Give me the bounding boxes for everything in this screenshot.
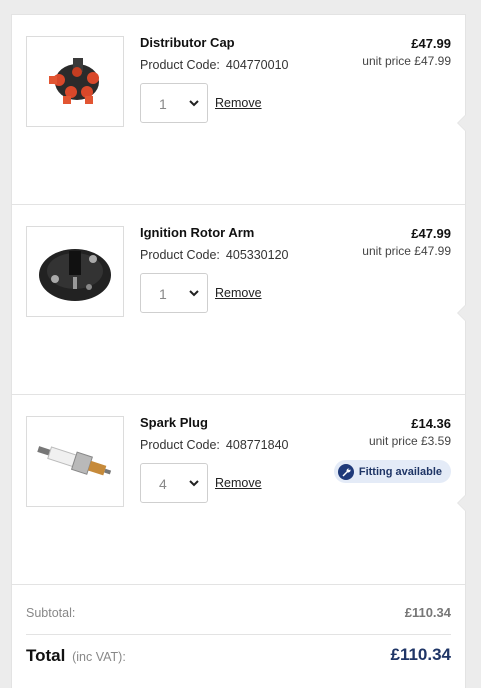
- quantity-value: 1: [159, 286, 167, 302]
- basket-item-spark-plug: Spark Plug Product Code: 408771840 4 Remo…: [12, 395, 466, 585]
- product-code-value: 408771840: [225, 438, 289, 452]
- product-name[interactable]: Spark Plug: [140, 415, 208, 430]
- quantity-value: 4: [159, 476, 167, 492]
- divider: [26, 634, 451, 635]
- total-label: Total (inc VAT):: [26, 646, 126, 666]
- product-code-label: Product Code:: [140, 58, 220, 72]
- total-value: £110.34: [390, 645, 451, 664]
- notch: [457, 494, 466, 512]
- line-price: £47.99: [411, 36, 451, 51]
- subtotal-label: Subtotal:: [26, 606, 76, 620]
- unit-price: unit price £47.99: [362, 54, 451, 68]
- distributor-cap-image: [49, 57, 99, 104]
- chevron-down-icon: [189, 100, 199, 107]
- quantity-value: 1: [159, 96, 167, 112]
- product-code: Product Code: 405330120: [140, 248, 289, 262]
- basket-panel: Distributor Cap Product Code: 404770010 1…: [11, 14, 466, 688]
- unit-price: unit price £3.59: [368, 434, 451, 448]
- product-code-label: Product Code:: [140, 438, 220, 452]
- chevron-down-icon: [189, 480, 199, 487]
- notch: [457, 304, 466, 322]
- quantity-select[interactable]: 1: [140, 273, 208, 313]
- quantity-select[interactable]: 4: [140, 463, 208, 503]
- remove-link[interactable]: Remove: [215, 96, 262, 110]
- quantity-select[interactable]: 1: [140, 83, 208, 123]
- badge-label: Fitting available: [358, 465, 442, 478]
- spark-plug-image: [37, 445, 112, 475]
- line-price: £14.36: [411, 416, 451, 431]
- product-image[interactable]: [26, 36, 124, 127]
- product-code: Product Code: 408771840: [140, 438, 289, 452]
- remove-link[interactable]: Remove: [215, 476, 262, 490]
- basket-item-ignition-rotor-arm: Ignition Rotor Arm Product Code: 40533012…: [12, 205, 466, 395]
- subtotal-value: £110.34: [404, 605, 451, 620]
- unit-price: unit price £47.99: [362, 244, 451, 258]
- product-code-value: 404770010: [225, 58, 289, 72]
- chevron-down-icon: [189, 290, 199, 297]
- product-code-label: Product Code:: [140, 248, 220, 262]
- notch: [457, 114, 466, 132]
- product-image[interactable]: [26, 226, 124, 317]
- fitting-available-badge[interactable]: Fitting available: [333, 460, 451, 483]
- product-image[interactable]: [26, 416, 124, 507]
- product-code: Product Code: 404770010: [140, 58, 289, 72]
- product-code-value: 405330120: [225, 248, 289, 262]
- product-name[interactable]: Distributor Cap: [140, 35, 235, 50]
- line-price: £47.99: [411, 226, 451, 241]
- ignition-rotor-arm-image: [39, 248, 111, 301]
- total-label-sub: (inc VAT):: [72, 650, 126, 664]
- remove-link[interactable]: Remove: [215, 286, 262, 300]
- basket-item-distributor-cap: Distributor Cap Product Code: 404770010 1…: [12, 15, 466, 205]
- wrench-icon: [337, 463, 354, 480]
- product-name[interactable]: Ignition Rotor Arm: [140, 225, 254, 240]
- total-label-text: Total: [26, 646, 66, 665]
